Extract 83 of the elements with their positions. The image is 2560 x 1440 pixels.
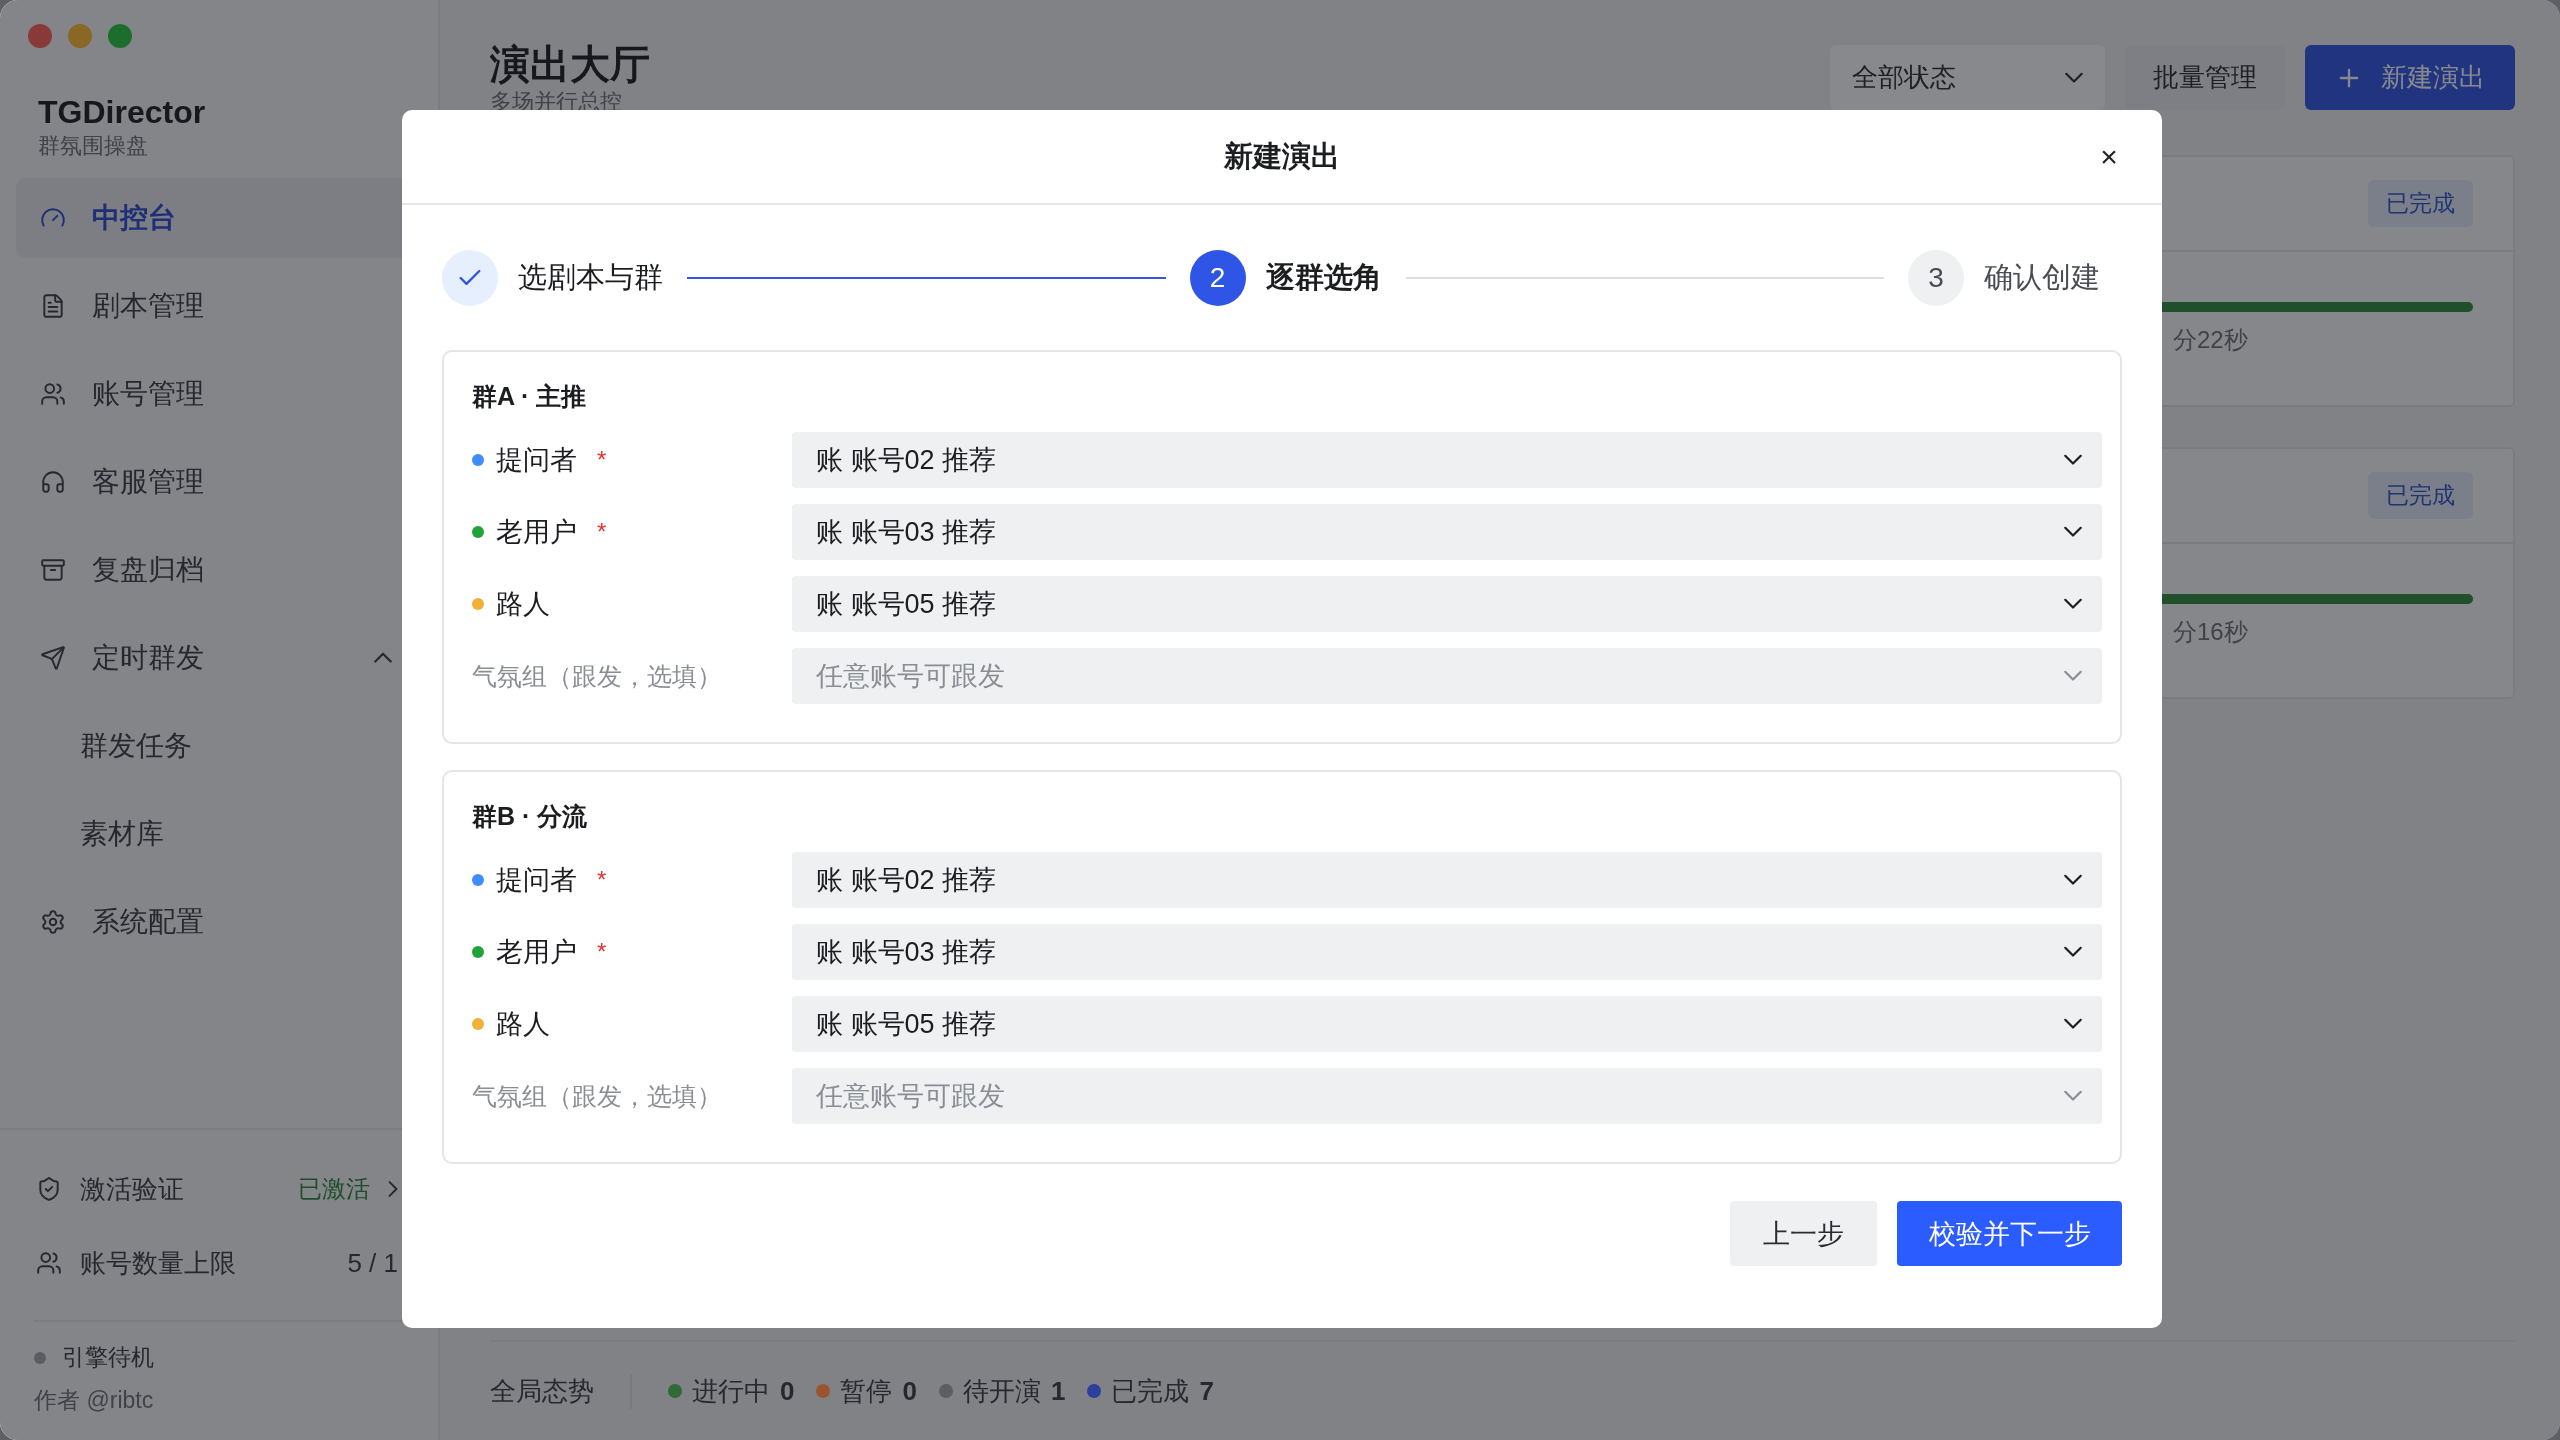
app-subtitle: 群氛围操盘	[38, 132, 148, 160]
legend-label: 进行中	[692, 1374, 770, 1408]
legend-label: 待开演	[962, 1374, 1041, 1408]
chevron-down-icon	[2064, 454, 2082, 466]
account-select[interactable]: 账 账号03 推荐	[792, 924, 2102, 980]
chevron-down-icon	[2064, 874, 2082, 886]
engine-status: 引擎待机	[62, 1343, 154, 1372]
nav-item[interactable]: 剧本管理	[16, 266, 438, 346]
account-select[interactable]: 账 账号02 推荐	[792, 432, 2102, 488]
role-name: 气氛组（跟发，选填）	[472, 660, 723, 692]
page-title: 演出大厅	[490, 41, 650, 88]
nav-item[interactable]: 系统配置	[16, 882, 438, 962]
group-title: 群A · 主推	[472, 381, 588, 412]
account-select[interactable]: 任意账号可跟发	[792, 1068, 2102, 1124]
account-select[interactable]: 账 账号05 推荐	[792, 576, 2102, 632]
role-name: 路人	[496, 588, 550, 621]
shield-icon	[36, 1176, 62, 1202]
role-name: 提问者	[496, 864, 577, 897]
nav-icon	[40, 909, 66, 935]
close-button[interactable]: ×	[2094, 142, 2124, 172]
account-select[interactable]: 账 账号02 推荐	[792, 852, 2102, 908]
quota-value: 5 / 1	[347, 1247, 398, 1279]
step-indicator: 3	[1908, 249, 1964, 306]
dialog-title: 新建演出	[1224, 138, 1340, 174]
app-name: TGDirector	[38, 93, 206, 132]
step-label: 确认创建	[1984, 259, 2100, 295]
role-name: 老用户	[496, 516, 577, 549]
legend-count: 0	[902, 1375, 917, 1407]
legend-count: 0	[780, 1375, 795, 1407]
step-indicator: 2	[1189, 249, 1246, 306]
chevron-up-icon	[374, 652, 392, 664]
required-mark: *	[597, 446, 607, 474]
nav-icon	[40, 557, 66, 583]
chevron-down-icon	[2064, 946, 2082, 958]
account-select[interactable]: 任意账号可跟发	[792, 648, 2102, 704]
author-credit: 作者 @ribtc	[34, 1386, 155, 1415]
status-badge: 已完成	[2368, 180, 2473, 227]
nav-icon	[40, 381, 66, 407]
users-icon	[36, 1250, 62, 1276]
activation-row[interactable]: 激活验证 已激活	[36, 1152, 398, 1226]
legend-count: 1	[1050, 1375, 1066, 1407]
group-title: 群B · 分流	[472, 801, 589, 832]
step-label: 选剧本与群	[518, 259, 663, 295]
nav-item[interactable]: 定时群发	[16, 618, 438, 698]
status-filter[interactable]: 全部状态	[1830, 45, 2105, 110]
window-control[interactable]	[28, 24, 52, 48]
legend-count: 7	[1199, 1375, 1214, 1407]
legend-label: 已完成	[1111, 1374, 1190, 1408]
role-name: 提问者	[496, 444, 577, 477]
next-button[interactable]: 校验并下一步	[1897, 1201, 2122, 1266]
chevron-down-icon	[2064, 670, 2082, 682]
nav-icon	[40, 293, 66, 319]
window-control[interactable]	[68, 24, 92, 48]
elapsed-time: 分22秒	[2173, 325, 2248, 355]
status-bar-label: 全局态势	[490, 1373, 632, 1409]
chevron-down-icon	[2064, 1018, 2082, 1030]
nav-item[interactable]: 客服管理	[16, 442, 438, 522]
chevron-right-icon	[387, 1181, 398, 1197]
new-show-button[interactable]: 新建演出	[2305, 45, 2515, 110]
back-button[interactable]: 上一步	[1730, 1201, 1877, 1266]
step-label: 逐群选角	[1265, 259, 1382, 295]
elapsed-time: 分16秒	[2173, 617, 2248, 647]
legend-label: 暂停	[840, 1374, 893, 1408]
account-select[interactable]: 账 账号05 推荐	[792, 996, 2102, 1052]
window-control[interactable]	[108, 24, 132, 48]
chevron-down-icon	[2064, 526, 2082, 538]
required-mark: *	[597, 518, 607, 546]
role-name: 气氛组（跟发，选填）	[472, 1080, 723, 1112]
account-select[interactable]: 账 账号03 推荐	[792, 504, 2102, 560]
chevron-down-icon	[2064, 1090, 2082, 1102]
nav-icon	[40, 645, 66, 671]
role-name: 路人	[496, 1008, 550, 1041]
status-badge: 已完成	[2368, 472, 2473, 519]
chevron-down-icon	[2065, 71, 2083, 84]
quota-row: 账号数量上限 5 / 1	[36, 1226, 398, 1300]
activation-status: 已激活	[297, 1174, 370, 1204]
chevron-down-icon	[2064, 598, 2082, 610]
role-name: 老用户	[496, 936, 577, 969]
nav-item[interactable]: 复盘归档	[16, 530, 438, 610]
nav-icon	[40, 469, 66, 495]
required-mark: *	[597, 866, 607, 894]
required-mark: *	[597, 938, 607, 966]
nav-item[interactable]: 账号管理	[16, 354, 438, 434]
